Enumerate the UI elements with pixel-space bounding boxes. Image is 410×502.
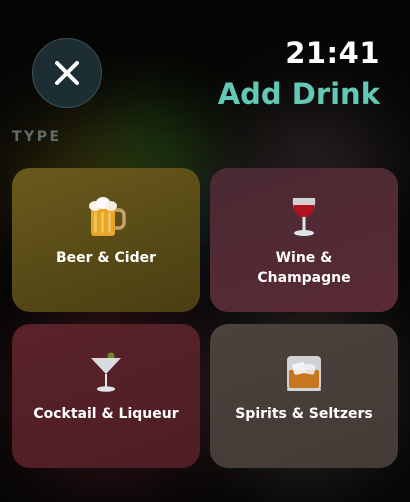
drink-type-cocktail-liqueur[interactable]: Cocktail & Liqueur (12, 324, 200, 468)
drink-type-beer-cider[interactable]: Beer & Cider (12, 168, 200, 312)
drink-type-spirits-seltzers[interactable]: Spirits & Seltzers (210, 324, 398, 468)
drink-type-wine-champagne[interactable]: Wine & Champagne (210, 168, 398, 312)
cocktail-glass-icon (88, 352, 124, 394)
status-time: 21:41 (285, 36, 380, 70)
drink-type-label: Wine & Champagne (257, 250, 351, 286)
page-title: Add Drink (217, 77, 380, 111)
drink-type-label: Beer & Cider (55, 250, 157, 266)
tumbler-glass-icon (284, 352, 324, 394)
beer-mug-icon (86, 196, 126, 238)
close-x-icon (55, 61, 79, 85)
drink-type-label: Cocktail & Liqueur (33, 406, 179, 422)
section-label-type: TYPE (12, 129, 62, 145)
wine-glass-icon (289, 196, 319, 238)
drink-type-label: Spirits & Seltzers (235, 406, 373, 422)
close-button[interactable] (32, 38, 102, 108)
